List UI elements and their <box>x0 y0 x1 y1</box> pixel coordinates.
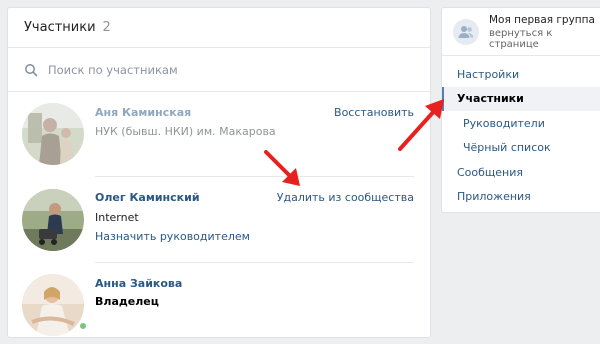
search-icon <box>25 63 38 76</box>
make-manager-link[interactable]: Назначить руководителем <box>95 230 250 243</box>
member-university: НУК (бывш. НКИ) им. Макарова <box>95 125 276 138</box>
menu-item-apps[interactable]: Приложения <box>442 185 600 210</box>
members-panel: Участники 2 Аня Каминская НУК (бывш. НКИ… <box>7 7 431 338</box>
group-text: Моя первая группа вернуться к странице <box>489 14 600 50</box>
group-link[interactable]: Моя первая группа вернуться к странице <box>442 8 600 56</box>
avatar[interactable] <box>22 189 84 251</box>
member-row: Аня Каминская НУК (бывш. НКИ) им. Макаро… <box>8 92 430 177</box>
menu-item-managers[interactable]: Руководители <box>442 111 600 136</box>
avatar[interactable] <box>22 274 84 336</box>
search-bar <box>8 48 430 92</box>
member-row: Олег Каминский Internet Назначить руково… <box>8 177 430 263</box>
avatar[interactable] <box>22 103 84 165</box>
annotation-arrow-icon <box>398 99 444 151</box>
management-menu: Настройки Участники Руководители Чёрный … <box>442 56 600 209</box>
back-to-page-link[interactable]: вернуться к странице <box>489 28 600 50</box>
group-name: Моя первая группа <box>489 13 595 26</box>
search-input[interactable] <box>48 62 348 77</box>
member-name[interactable]: Анна Зайкова <box>95 277 182 290</box>
community-sidebar: Моя первая группа вернуться к странице Н… <box>441 7 600 213</box>
annotation-arrow-icon <box>264 150 300 186</box>
menu-item-messages[interactable]: Сообщения <box>442 160 600 185</box>
menu-item-settings[interactable]: Настройки <box>442 62 600 87</box>
member-name[interactable]: Аня Каминская <box>95 106 191 119</box>
members-count: 2 <box>102 20 111 35</box>
menu-item-members[interactable]: Участники <box>442 86 600 111</box>
member-row: Анна Зайкова Владелец <box>8 263 430 337</box>
online-indicator <box>78 321 88 331</box>
menu-item-blacklist[interactable]: Чёрный список <box>442 136 600 161</box>
member-name[interactable]: Олег Каминский <box>95 191 200 204</box>
group-icon <box>453 18 479 45</box>
remove-from-community-button[interactable]: Удалить из сообщества <box>277 191 414 204</box>
member-info: Internet <box>95 211 139 224</box>
members-header: Участники 2 <box>8 8 430 48</box>
members-title: Участники <box>24 20 96 35</box>
owner-role-label: Владелец <box>95 295 159 308</box>
